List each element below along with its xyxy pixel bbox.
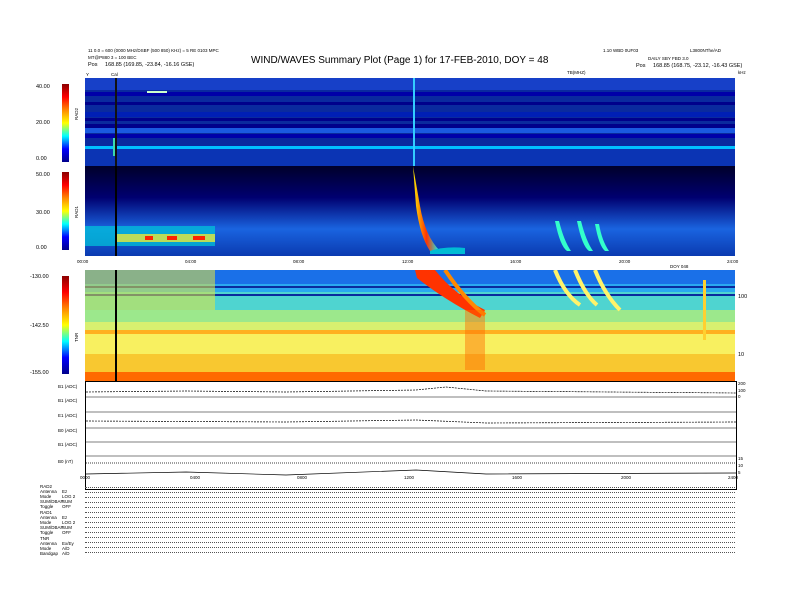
footer-rule-9 bbox=[85, 532, 735, 533]
label-cal: Cal bbox=[111, 72, 118, 77]
header-right-line1b: L3800NThe/AD bbox=[690, 48, 722, 53]
time-bottom-1: 0400 bbox=[190, 475, 201, 480]
time-bottom-4: 1600 bbox=[512, 475, 523, 480]
header-info-line2: MT@P880 3 = 100 BEC bbox=[88, 55, 137, 60]
header-right-line2: DAILY SBY FBD 3.0 bbox=[648, 56, 689, 61]
lineplot-rtick-5-1: 10 bbox=[738, 463, 744, 468]
lineplot-label-0: B1 (ADC) bbox=[58, 384, 78, 389]
footer-value-4: OFF bbox=[62, 504, 71, 509]
time-top-2: 08:00 bbox=[293, 259, 305, 264]
lineplot-label-3: B0 (ADC) bbox=[58, 428, 78, 433]
lineplot-label-2: E1 (ADC) bbox=[58, 413, 78, 418]
rad1-tick-2: 0.00 bbox=[36, 245, 47, 251]
footer-rule-3 bbox=[85, 502, 735, 503]
rad1-label: RAD1 bbox=[74, 205, 79, 218]
header-pos-left-label: Pos bbox=[88, 62, 98, 68]
lineplots-traces bbox=[86, 386, 736, 476]
time-bottom-3: 1200 bbox=[404, 475, 415, 480]
tnr-right-tick-1: 10 bbox=[738, 352, 745, 358]
footer-rule-4 bbox=[85, 507, 735, 508]
rad2-colorbar bbox=[62, 84, 69, 162]
rad2-tick-0: 40.00 bbox=[36, 84, 50, 90]
rad2-tick-2: 0.00 bbox=[36, 156, 47, 162]
footer-label-9: Toggle bbox=[40, 530, 54, 535]
footer-value-9: OFF bbox=[62, 530, 71, 535]
tnr-label: TNR bbox=[74, 332, 79, 342]
footer-rule-7 bbox=[85, 522, 735, 523]
lineplot-rtick-0-2: 0 bbox=[738, 394, 741, 399]
lineplot-label-4: B1 (ADC) bbox=[58, 442, 78, 447]
footer-label-4: Toggle bbox=[40, 504, 54, 509]
time-bottom-2: 0800 bbox=[297, 475, 308, 480]
time-top-6: 24:00 bbox=[727, 259, 739, 264]
time-top-5: 20:00 bbox=[619, 259, 631, 264]
time-bottom-5: 2000 bbox=[621, 475, 632, 480]
rad1-colorbar bbox=[62, 172, 69, 250]
rad2-tick-1: 20.00 bbox=[36, 120, 50, 126]
rad1-tick-1: 30.00 bbox=[36, 210, 50, 216]
lineplot-rtick-5-0: 15 bbox=[738, 456, 744, 461]
header-info-line1: 11 0.0 = 600 (0000 MHz/DSBF (500 850) KH… bbox=[88, 48, 219, 53]
rad1-tick-0: 50.00 bbox=[36, 172, 50, 178]
lineplot-label-1: B1 (ADC) bbox=[58, 398, 78, 403]
tnr-right-tick-0: 100 bbox=[738, 294, 748, 300]
rad2-label: RAD2 bbox=[74, 107, 79, 120]
time-bottom-0: 0000 bbox=[80, 475, 91, 480]
time-top-label: DOY 048 bbox=[670, 264, 689, 269]
header-pos-left: Pos 168.85 (169.85, -23.84, -16.16 GSE) bbox=[88, 62, 194, 68]
footer-value-13: A/D bbox=[62, 551, 70, 556]
footer-rule-0 bbox=[85, 487, 735, 488]
footer-rule-6 bbox=[85, 517, 735, 518]
tnr-tick-1: -142.50 bbox=[30, 323, 49, 329]
label-tb: TB(MHZ) bbox=[567, 70, 586, 75]
header-right-line1: 1.10 WBD 0UF03 bbox=[603, 48, 639, 53]
lineplot-rtick-5-2: 5 bbox=[738, 470, 741, 475]
footer-rule-10 bbox=[85, 537, 735, 538]
lineplot-rtick-0-1: 100 bbox=[738, 388, 746, 393]
label-y: Y bbox=[86, 72, 90, 77]
time-top-0: 00:00 bbox=[77, 259, 89, 264]
footer-rule-1 bbox=[85, 492, 735, 493]
tnr-colorbar bbox=[62, 276, 69, 374]
lineplot-label-5: B0 (nT) bbox=[58, 459, 74, 464]
time-top-4: 16:00 bbox=[510, 259, 522, 264]
time-top-1: 04:00 bbox=[185, 259, 197, 264]
tnr-spectrogram-image bbox=[85, 270, 735, 381]
header-pos-right-value: 168.85 (168.75, -23.12, -16.43 GSE) bbox=[653, 63, 743, 69]
rad2-spectrogram-image bbox=[85, 78, 735, 166]
tnr-tick-2: -155.00 bbox=[30, 370, 49, 376]
footer-rule-8 bbox=[85, 527, 735, 528]
lineplot-rtick-0-0: 200 bbox=[738, 381, 746, 386]
footer-label-13: Bandgap bbox=[40, 551, 59, 556]
time-bottom-6: 2400 bbox=[728, 475, 739, 480]
rad1-spectrogram-image bbox=[85, 166, 735, 256]
tnr-tick-0: -130.00 bbox=[30, 274, 49, 280]
lineplots-frame bbox=[85, 381, 737, 490]
page-title: WIND/WAVES Summary Plot (Page 1) for 17-… bbox=[251, 55, 549, 66]
tnr-spectrogram bbox=[85, 270, 735, 381]
header-pos-right-label: Pos bbox=[636, 63, 646, 69]
label-khz: kHz bbox=[738, 70, 746, 75]
header-pos-left-value: 168.85 (169.85, -23.84, -16.16 GSE) bbox=[105, 62, 195, 68]
footer-rule-5 bbox=[85, 512, 735, 513]
footer-rule-11 bbox=[85, 542, 735, 543]
time-top-3: 12:00 bbox=[402, 259, 414, 264]
rad2-spectrogram bbox=[85, 78, 735, 166]
footer-rule-13 bbox=[85, 552, 735, 553]
header-pos-right: Pos 168.85 (168.75, -23.12, -16.43 GSE) bbox=[636, 63, 742, 69]
rad1-spectrogram bbox=[85, 166, 735, 256]
footer-rule-2 bbox=[85, 497, 735, 498]
footer-rule-12 bbox=[85, 547, 735, 548]
